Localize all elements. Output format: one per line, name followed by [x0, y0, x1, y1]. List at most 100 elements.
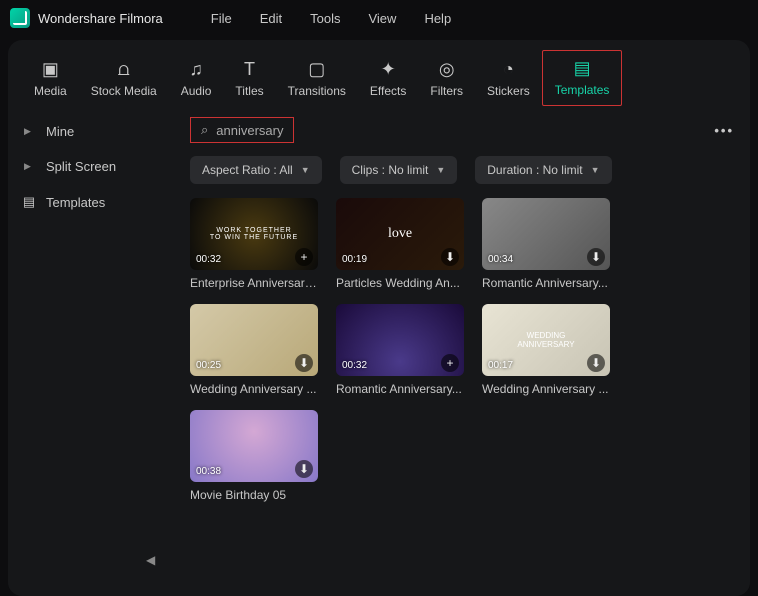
add-icon[interactable]: + — [295, 248, 313, 266]
app-logo: Wondershare Filmora — [10, 8, 163, 28]
search-box[interactable]: ⌕ — [190, 117, 294, 143]
template-thumbnail[interactable]: WORK TOGETHERTO WIN THE FUTURE00:32+ — [190, 198, 318, 270]
menu-tools[interactable]: Tools — [310, 11, 340, 26]
toolbar-filters[interactable]: ◎ Filters — [418, 52, 475, 106]
content-area: ▶ Mine ▶ Split Screen ▤ Templates ⌕ ••• Aspec… — [8, 106, 750, 596]
template-thumbnail[interactable]: 00:34 ⬇ — [482, 198, 610, 270]
toolbar-titles[interactable]: TTitles — [223, 52, 275, 106]
chevron-down-icon: ▼ — [591, 165, 600, 175]
template-duration: 00:17 — [488, 360, 513, 371]
toolbar-label: Filters — [430, 84, 463, 98]
template-card[interactable]: WEDDINGANNIVERSARY00:17⬇Wedding Annivers… — [482, 304, 610, 396]
template-title: Wedding Anniversary ... — [190, 382, 318, 396]
toolbar: ▣ Media ⩍ Stock Media ♫ Audio TTitles ▢ Transiti… — [8, 44, 750, 106]
chevron-down-icon: ▼ — [301, 165, 310, 175]
more-icon[interactable]: ••• — [714, 123, 734, 138]
media-icon: ▣ — [42, 58, 59, 80]
search-icon: ⌕ — [201, 122, 208, 138]
template-thumbnail[interactable]: 00:25 ⬇ — [190, 304, 318, 376]
download-icon[interactable]: ⬇ — [587, 354, 605, 372]
template-duration: 00:19 — [342, 254, 367, 265]
template-duration: 00:32 — [342, 360, 367, 371]
toolbar-label: Audio — [181, 84, 212, 98]
download-icon[interactable]: ⬇ — [587, 248, 605, 266]
effects-icon: ✦ — [381, 58, 396, 80]
toolbar-stickers[interactable]: ◔ Stickers — [475, 52, 542, 106]
sidebar-item-templates[interactable]: ▤ Templates — [8, 184, 178, 220]
stickers-icon: ◔ — [503, 58, 514, 80]
app-title: Wondershare Filmora — [38, 11, 163, 26]
collapse-sidebar-icon[interactable]: ◀ — [146, 553, 155, 567]
transitions-icon: ▢ — [308, 58, 325, 80]
sidebar-item-split-screen[interactable]: ▶ Split Screen — [8, 149, 178, 184]
search-input[interactable] — [216, 123, 291, 138]
audio-icon: ♫ — [189, 58, 203, 80]
filmora-logo-icon — [10, 8, 30, 28]
sidebar-item-mine[interactable]: ▶ Mine — [8, 114, 178, 149]
filter-label: Clips : No limit — [352, 163, 429, 177]
toolbar-media[interactable]: ▣ Media — [22, 52, 79, 106]
sidebar-item-label: Mine — [46, 124, 74, 139]
sidebar-item-label: Templates — [46, 195, 105, 210]
template-duration: 00:32 — [196, 254, 221, 265]
filter-clips[interactable]: Clips : No limit ▼ — [340, 156, 458, 184]
search-row: ⌕ ••• — [190, 114, 738, 146]
template-thumbnail[interactable]: 00:38 ⬇ — [190, 410, 318, 482]
template-thumbnail[interactable]: love00:19⬇ — [336, 198, 464, 270]
download-icon[interactable]: ⬇ — [295, 460, 313, 478]
filters-icon: ◎ — [439, 58, 455, 80]
template-title: Particles Wedding An... — [336, 276, 464, 290]
templates-icon: ▤ — [574, 57, 591, 79]
template-thumbnail[interactable]: WEDDINGANNIVERSARY00:17⬇ — [482, 304, 610, 376]
sidebar: ▶ Mine ▶ Split Screen ▤ Templates — [8, 106, 178, 596]
stock-media-icon: ⩍ — [118, 58, 130, 80]
toolbar-label: Templates — [555, 83, 610, 97]
add-icon[interactable]: + — [441, 354, 459, 372]
toolbar-label: Titles — [235, 84, 263, 98]
menu-help[interactable]: Help — [424, 11, 451, 26]
template-title: Romantic Anniversary... — [336, 382, 464, 396]
template-card[interactable]: love00:19⬇Particles Wedding An... — [336, 198, 464, 290]
toolbar-audio[interactable]: ♫ Audio — [169, 52, 224, 106]
menu-file[interactable]: File — [211, 11, 232, 26]
template-title: Movie Birthday 05 — [190, 488, 318, 502]
download-icon[interactable]: ⬇ — [441, 248, 459, 266]
download-icon[interactable]: ⬇ — [295, 354, 313, 372]
toolbar-stock-media[interactable]: ⩍ Stock Media — [79, 52, 169, 106]
titlebar: Wondershare Filmora File Edit Tools View Hel… — [0, 0, 758, 36]
filter-duration[interactable]: Duration : No limit ▼ — [475, 156, 611, 184]
chevron-right-icon: ▶ — [24, 126, 34, 137]
template-duration: 00:25 — [196, 360, 221, 371]
template-card[interactable]: 00:25 ⬇ Wedding Anniversary ... — [190, 304, 318, 396]
toolbar-label: Stock Media — [91, 84, 157, 98]
chevron-right-icon: ▶ — [24, 161, 34, 172]
toolbar-label: Stickers — [487, 84, 530, 98]
main-area: ⌕ ••• Aspect Ratio : All▼Clips : No limi… — [178, 106, 750, 596]
toolbar-label: Effects — [370, 84, 406, 98]
template-thumbnail[interactable]: 00:32 + — [336, 304, 464, 376]
templates-icon: ▤ — [24, 194, 34, 210]
template-duration: 00:34 — [488, 254, 513, 265]
template-card[interactable]: 00:38 ⬇ Movie Birthday 05 — [190, 410, 318, 502]
template-duration: 00:38 — [196, 466, 221, 477]
template-title: Romantic Anniversary... — [482, 276, 610, 290]
toolbar-label: Transitions — [288, 84, 346, 98]
chevron-down-icon: ▼ — [436, 165, 445, 175]
template-card[interactable]: 00:32 + Romantic Anniversary... — [336, 304, 464, 396]
toolbar-effects[interactable]: ✦ Effects — [358, 52, 418, 106]
template-card[interactable]: WORK TOGETHERTO WIN THE FUTURE00:32+Ente… — [190, 198, 318, 290]
toolbar-templates[interactable]: ▤ Templates — [542, 50, 623, 106]
filter-aspect-ratio[interactable]: Aspect Ratio : All ▼ — [190, 156, 322, 184]
template-grid: WORK TOGETHERTO WIN THE FUTURE00:32+Ente… — [190, 198, 738, 502]
main-panel: ▣ Media ⩍ Stock Media ♫ Audio TTitles ▢ Transiti… — [8, 40, 750, 596]
menu-edit[interactable]: Edit — [260, 11, 282, 26]
template-card[interactable]: 00:34 ⬇ Romantic Anniversary... — [482, 198, 610, 290]
filter-label: Duration : No limit — [487, 163, 582, 177]
toolbar-label: Media — [34, 84, 67, 98]
sidebar-item-label: Split Screen — [46, 159, 116, 174]
menu-bar: File Edit Tools View Help — [211, 11, 451, 26]
toolbar-transitions[interactable]: ▢ Transitions — [276, 52, 358, 106]
menu-view[interactable]: View — [368, 11, 396, 26]
filter-row: Aspect Ratio : All▼Clips : No limit▼Dura… — [190, 156, 738, 184]
filter-label: Aspect Ratio : All — [202, 163, 293, 177]
